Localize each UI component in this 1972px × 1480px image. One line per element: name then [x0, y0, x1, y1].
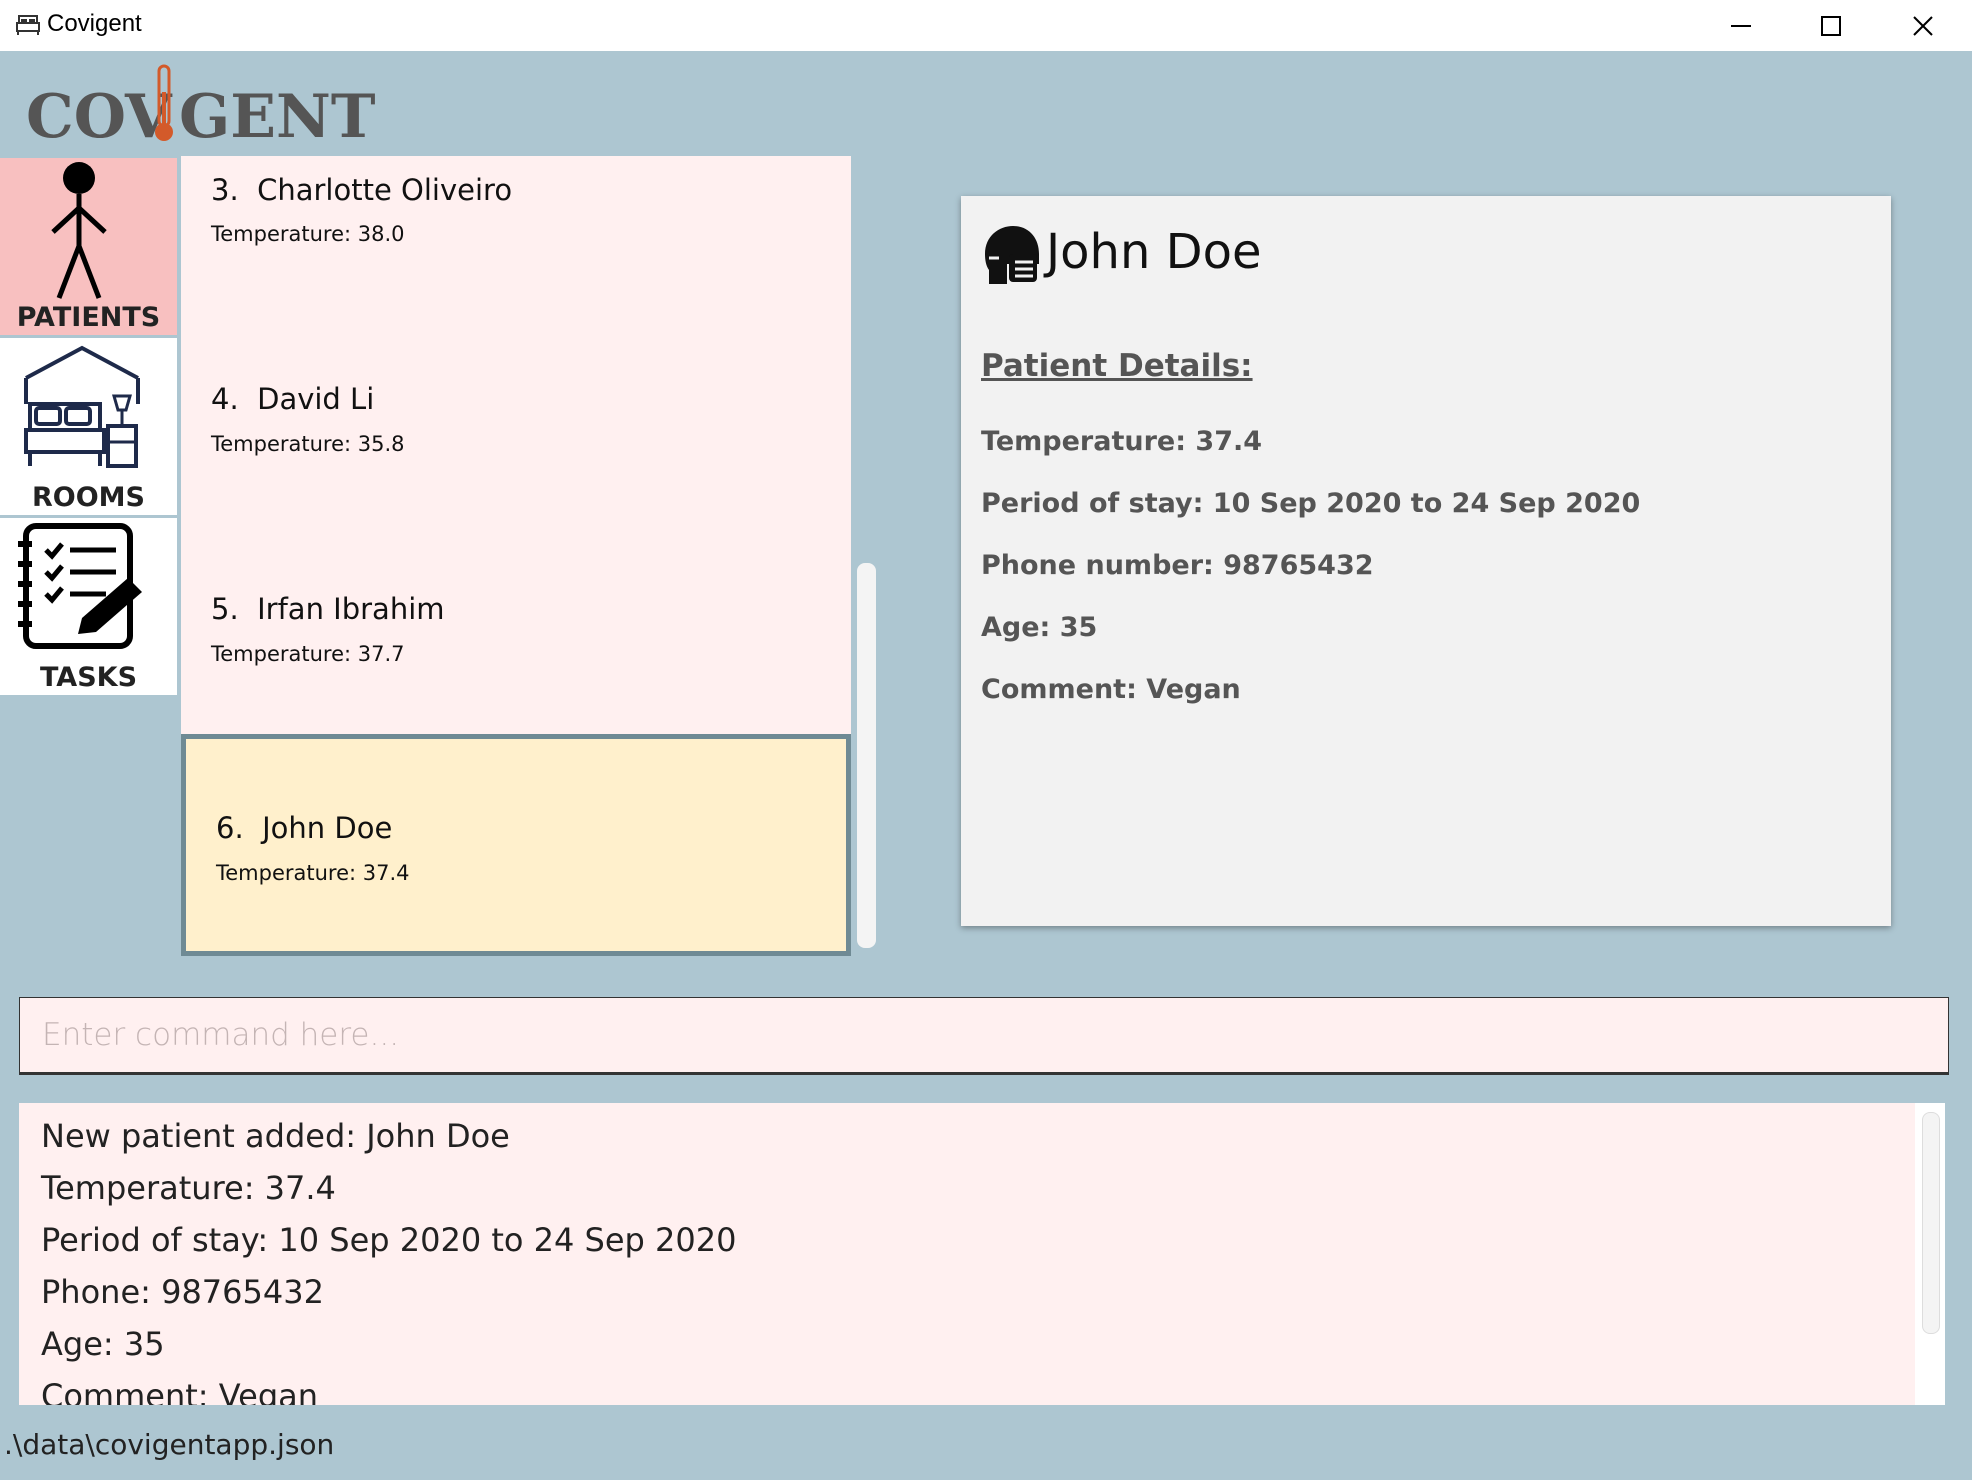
nav-tasks-button[interactable]: TASKS: [0, 518, 177, 695]
maximize-icon: [1821, 15, 1841, 36]
patient-card-selected[interactable]: 6. John Doe Temperature: 37.4: [181, 734, 851, 956]
patient-card[interactable]: 3. Charlotte Oliveiro Temperature: 38.0: [181, 156, 851, 314]
patient-detail-name: John Doe: [1046, 224, 1262, 280]
patient-card-temperature: Temperature: 37.7: [211, 642, 405, 666]
title-bar: Covigent: [0, 0, 1972, 51]
result-line: Comment: Vegan: [41, 1377, 319, 1405]
result-line: Temperature: 37.4: [41, 1169, 336, 1207]
nav-patients-label: PATIENTS: [16, 302, 161, 333]
result-line: Phone: 98765432: [41, 1273, 324, 1311]
patient-detail-panel: John Doe Patient Details: Temperature: 3…: [961, 196, 1891, 926]
result-scrollbar-thumb[interactable]: [1922, 1112, 1940, 1334]
window-title: Covigent: [47, 10, 142, 37]
patient-card-temperature: Temperature: 37.4: [216, 861, 410, 885]
thermometer-icon: [155, 64, 173, 141]
masked-face-icon: [985, 226, 1039, 284]
detail-period-of-stay: Period of stay: 10 Sep 2020 to 24 Sep 20…: [981, 488, 1641, 519]
patient-card-name: 5. Irfan Ibrahim: [211, 592, 445, 626]
nav-tasks-label: TASKS: [39, 662, 138, 693]
detail-phone-number: Phone number: 98765432: [981, 550, 1374, 581]
minimize-button[interactable]: [1696, 0, 1786, 51]
person-icon: [51, 162, 107, 299]
logo-text-right: GENT: [179, 82, 376, 147]
bedroom-icon: [24, 345, 140, 468]
logo-text-left: COV: [26, 82, 173, 147]
patient-card-temperature: Temperature: 35.8: [211, 432, 405, 456]
detail-temperature: Temperature: 37.4: [981, 426, 1263, 457]
close-icon: [1913, 15, 1933, 36]
result-display[interactable]: New patient added: John Doe Temperature:…: [19, 1103, 1915, 1405]
result-line: Period of stay: 10 Sep 2020 to 24 Sep 20…: [41, 1221, 737, 1259]
patient-list[interactable]: 3. Charlotte Oliveiro Temperature: 38.0 …: [181, 156, 851, 956]
nav-rooms-label: ROOMS: [31, 482, 145, 513]
bed-icon: [16, 15, 40, 35]
result-line: Age: 35: [41, 1325, 165, 1363]
minimize-icon: [1731, 24, 1751, 27]
patient-card-name: 4. David Li: [211, 382, 375, 416]
covigent-logo: COV GENT: [26, 64, 376, 147]
patient-details-heading: Patient Details:: [981, 348, 1253, 384]
patient-card-name: 6. John Doe: [216, 811, 393, 845]
nav-rooms-button[interactable]: ROOMS: [0, 338, 177, 515]
close-button[interactable]: [1878, 0, 1968, 51]
result-line: New patient added: John Doe: [41, 1117, 510, 1155]
patient-list-scrollbar[interactable]: [857, 563, 876, 948]
status-bar-file-path: .\data\covigentapp.json: [4, 1428, 335, 1461]
nav-patients-button[interactable]: PATIENTS: [0, 158, 177, 335]
checklist-icon: [18, 523, 142, 649]
detail-comment: Comment: Vegan: [981, 674, 1241, 705]
detail-age: Age: 35: [981, 612, 1098, 643]
patient-card[interactable]: 5. Irfan Ibrahim Temperature: 37.7: [181, 524, 851, 734]
maximize-button[interactable]: [1786, 0, 1876, 51]
command-input[interactable]: [19, 997, 1949, 1075]
patient-card[interactable]: 4. David Li Temperature: 35.8: [181, 314, 851, 524]
patient-card-name: 3. Charlotte Oliveiro: [211, 173, 513, 207]
patient-card-temperature: Temperature: 38.0: [211, 222, 405, 246]
